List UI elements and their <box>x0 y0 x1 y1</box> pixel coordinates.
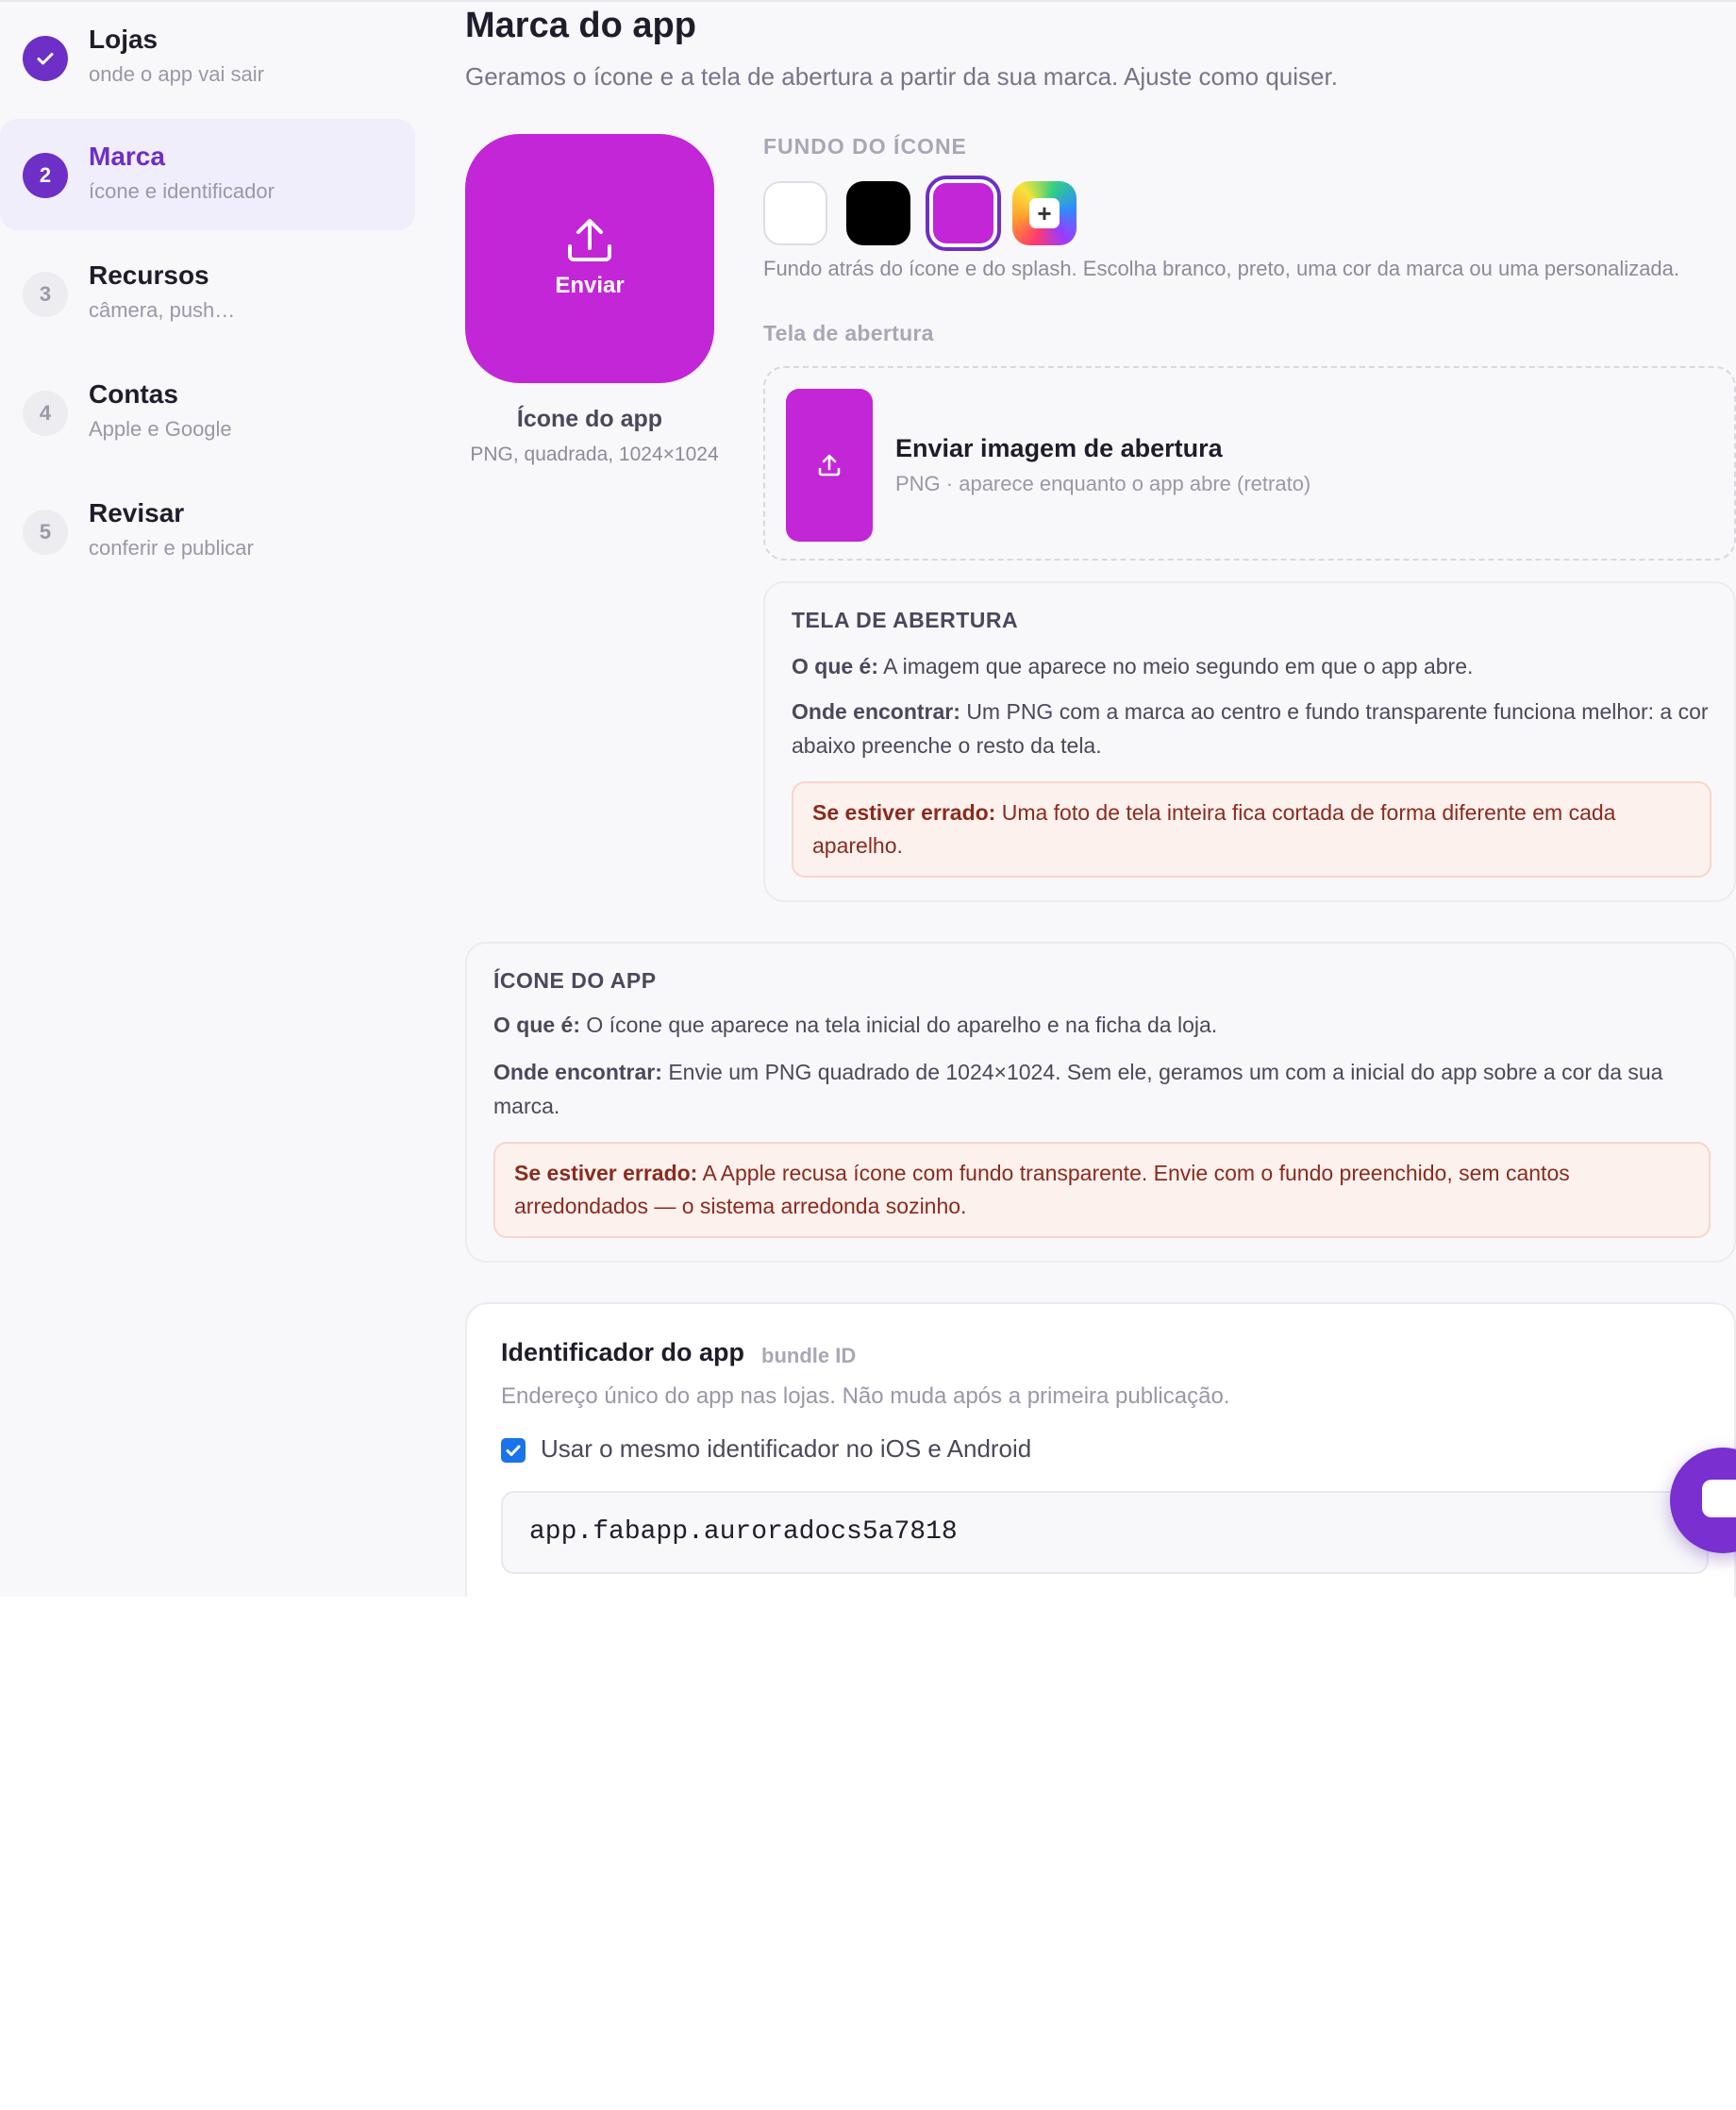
icon-background-help: Fundo atrás do ícone e do splash. Escolh… <box>763 257 1680 280</box>
icon-caption-sub: PNG, quadrada, 1024×1024 <box>470 444 719 465</box>
splash-upload-sub: PNG · aparece enquanto o app abre (retra… <box>895 472 1311 495</box>
step-number: 2 <box>23 153 68 198</box>
swatch-brand-selected[interactable] <box>926 176 1001 251</box>
info-what-label: O que é: <box>493 1013 581 1037</box>
step-title: Revisar <box>89 498 185 528</box>
identifier-card: Identificador do app bundle ID Endereço … <box>465 1302 1736 1597</box>
upload-label: Enviar <box>555 273 625 298</box>
info-what: O que é: O ícone que aparece na tela ini… <box>493 1008 1711 1042</box>
info-what-text: O ícone que aparece na tela inicial do a… <box>586 1013 1218 1037</box>
bundle-id-input[interactable]: app.fabapp.auroradocs5a7818 <box>501 1491 1709 1574</box>
info-what-label: O que é: <box>792 654 879 678</box>
same-id-checkbox[interactable] <box>501 1438 526 1463</box>
info-where-text: Envie um PNG quadrado de 1024×1024. Sem … <box>493 1060 1663 1118</box>
checkmark-icon <box>506 1445 521 1456</box>
info-where-label: Onde encontrar: <box>493 1060 662 1084</box>
info-where: Onde encontrar: Um PNG com a marca ao ce… <box>792 695 1711 762</box>
step-subtitle: Apple e Google <box>89 417 232 441</box>
step-contas[interactable]: 4 Contas Apple e Google <box>0 357 415 468</box>
splash-upload-dropzone[interactable]: Enviar imagem de abertura PNG · aparece … <box>763 366 1736 561</box>
upload-icon <box>568 219 611 261</box>
splash-thumbnail <box>786 389 873 542</box>
step-subtitle: conferir e publicar <box>89 536 254 560</box>
step-lojas[interactable]: Lojas onde o app vai sair <box>0 2 415 113</box>
same-id-label[interactable]: Usar o mesmo identificador no iOS e Andr… <box>541 1434 1031 1464</box>
step-number: 3 <box>23 272 68 317</box>
step-title: Lojas <box>89 25 159 54</box>
step-number: 4 <box>23 391 68 436</box>
step-title: Marca <box>89 142 165 171</box>
splash-info-card: TELA DE ABERTURA O que é: A imagem que a… <box>763 581 1736 902</box>
info-title: ÍCONE DO APP <box>493 968 657 993</box>
splash-label: Tela de abertura <box>763 321 934 345</box>
chat-icon <box>1702 1480 1736 1517</box>
info-what: O que é: A imagem que aparece no meio se… <box>792 649 1711 683</box>
step-subtitle: ícone e identificador <box>89 179 275 203</box>
swatch-black[interactable] <box>846 181 910 245</box>
page-subtitle: Geramos o ícone e a tela de abertura a p… <box>465 62 1338 91</box>
identifier-description: Endereço único do app nas lojas. Não mud… <box>501 1383 1230 1409</box>
warning-label: Se estiver errado: <box>514 1161 698 1185</box>
step-title: Contas <box>89 379 178 409</box>
warning-label: Se estiver errado: <box>812 800 996 825</box>
app-screen: Lojas onde o app vai sair 2 Marca ícone … <box>0 0 1736 1597</box>
step-subtitle: câmera, push… <box>89 298 236 322</box>
icon-upload-button[interactable]: Enviar <box>465 134 714 383</box>
swatch-white[interactable] <box>763 181 827 245</box>
icon-caption-title: Ícone do app <box>516 406 663 432</box>
info-what-text: A imagem que aparece no meio segundo em … <box>883 654 1474 678</box>
info-warning: Se estiver errado: Uma foto de tela inte… <box>792 781 1711 878</box>
swatch-custom[interactable]: + <box>1012 181 1077 245</box>
step-subtitle: onde o app vai sair <box>89 62 264 86</box>
step-recursos[interactable]: 3 Recursos câmera, push… <box>0 238 415 349</box>
info-title: TELA DE ABERTURA <box>792 608 1019 632</box>
step-marca[interactable]: 2 Marca ícone e identificador <box>0 119 415 230</box>
page-title: Marca do app <box>465 6 696 45</box>
identifier-tag: bundle ID <box>761 1344 857 1367</box>
info-where-label: Onde encontrar: <box>792 699 960 724</box>
info-where: Onde encontrar: Envie um PNG quadrado de… <box>493 1055 1711 1123</box>
check-icon <box>23 36 68 81</box>
step-number: 5 <box>23 510 68 555</box>
steps-sidebar: Lojas onde o app vai sair 2 Marca ícone … <box>0 2 425 1597</box>
step-revisar[interactable]: 5 Revisar conferir e publicar <box>0 476 415 587</box>
splash-upload-title: Enviar imagem de abertura <box>895 434 1223 462</box>
identifier-title: Identificador do app <box>501 1338 745 1366</box>
step-title: Recursos <box>89 260 209 290</box>
icon-background-label: FUNDO DO ÍCONE <box>763 134 967 159</box>
plus-icon: + <box>1029 198 1060 228</box>
upload-icon <box>818 454 841 477</box>
icon-info-card: ÍCONE DO APP O que é: O ícone que aparec… <box>465 942 1736 1263</box>
info-warning: Se estiver errado: A Apple recusa ícone … <box>493 1142 1711 1238</box>
